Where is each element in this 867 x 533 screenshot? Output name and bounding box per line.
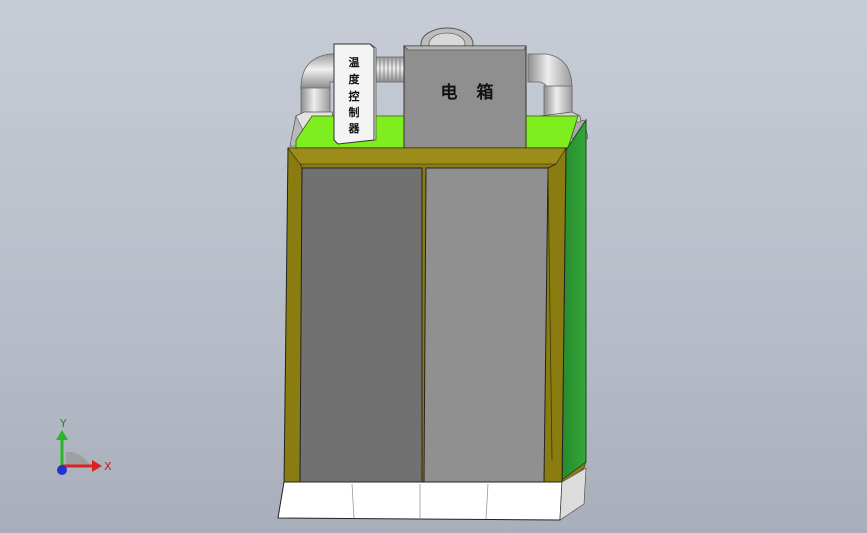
z-axis-dot bbox=[57, 465, 67, 475]
electric-box-label-char: 电 bbox=[441, 82, 458, 103]
temp-controller-char: 度 bbox=[349, 72, 361, 86]
temperature-controller-label: 温 度 控 制 器 bbox=[348, 55, 361, 135]
temp-controller-char: 器 bbox=[348, 122, 361, 135]
cad-viewport[interactable]: 温 度 控 制 器 电 箱 Y X bbox=[0, 0, 867, 533]
temp-controller-char: 控 bbox=[349, 89, 360, 103]
coordinate-triad: Y X bbox=[56, 417, 112, 475]
y-axis-label: Y bbox=[59, 417, 67, 430]
temp-controller-char: 制 bbox=[349, 105, 360, 119]
x-axis-label: X bbox=[104, 460, 112, 473]
right-door[interactable] bbox=[423, 167, 549, 483]
electric-box-label-char: 箱 bbox=[477, 82, 494, 103]
electric-box bbox=[403, 45, 527, 151]
left-door[interactable] bbox=[299, 167, 423, 483]
temp-controller-char: 温 bbox=[349, 55, 360, 69]
